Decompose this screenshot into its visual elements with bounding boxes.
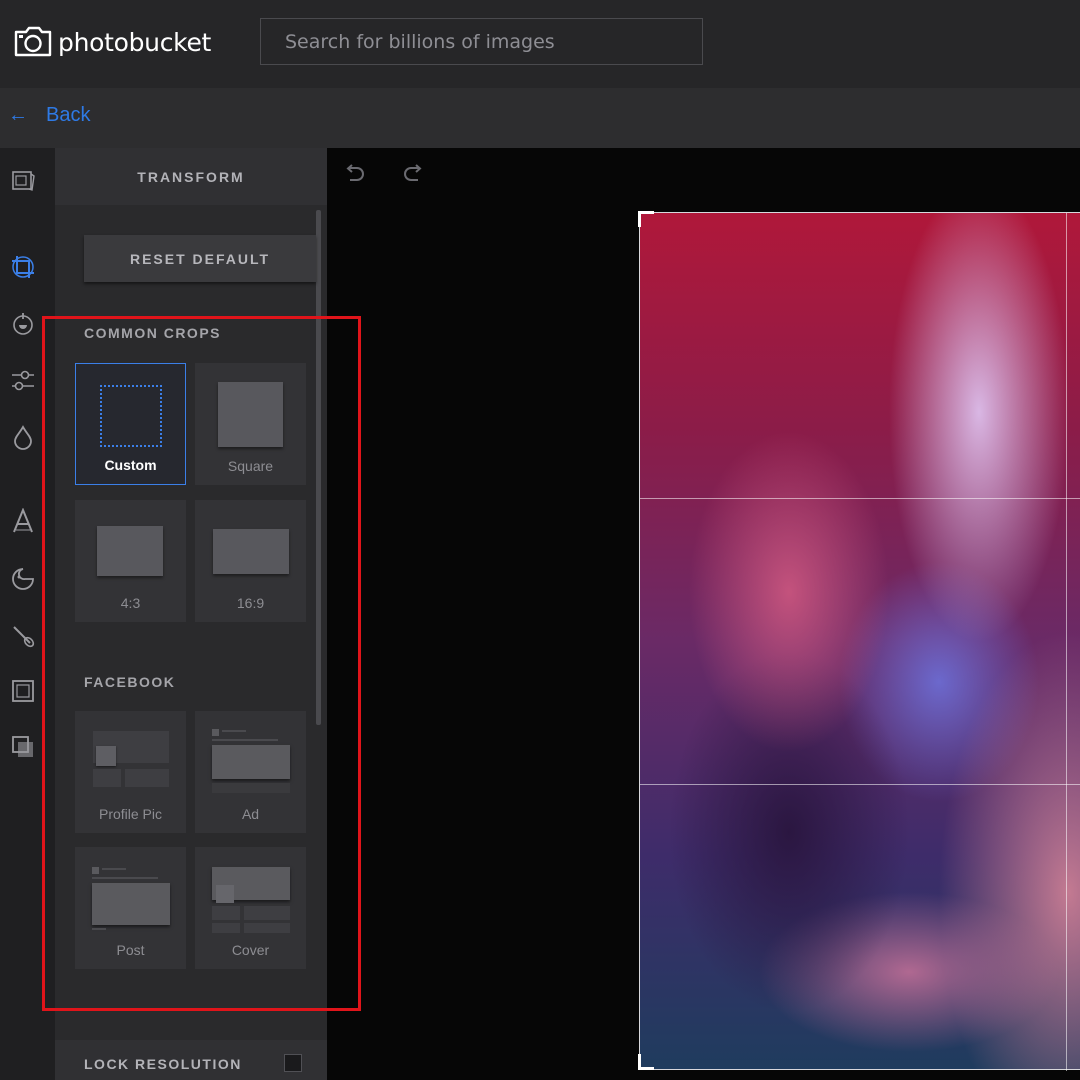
- camera-logo-icon: [14, 26, 52, 57]
- back-button[interactable]: ← Back: [8, 104, 90, 127]
- panel-scrollbar[interactable]: [316, 210, 321, 725]
- square-shape-icon: [218, 382, 283, 447]
- tool-sidebar: [0, 148, 55, 1080]
- crop-option-label: 16:9: [236, 595, 265, 611]
- crop-grid-line: [1066, 213, 1067, 1071]
- crop-option-label: 4:3: [120, 595, 141, 611]
- crop-option-4-3[interactable]: 4:3: [75, 500, 186, 622]
- ratio-4-3-shape-icon: [97, 526, 163, 576]
- crop-handle-bottom-left-horizontal[interactable]: [638, 1067, 654, 1070]
- overlay-icon[interactable]: [10, 734, 36, 760]
- back-bar: [0, 88, 1080, 148]
- crop-option-square[interactable]: Square: [195, 363, 306, 485]
- undo-icon[interactable]: [343, 162, 367, 186]
- redo-icon[interactable]: [401, 162, 425, 186]
- adjust-icon[interactable]: [10, 367, 36, 393]
- arrow-left-icon: ←: [8, 104, 28, 126]
- crop-option-16-9[interactable]: 16:9: [195, 500, 306, 622]
- lock-resolution-label: LOCK RESOLUTION: [84, 1056, 242, 1072]
- cover-layout-icon: [212, 867, 290, 933]
- brush-icon[interactable]: [10, 622, 36, 648]
- crop-option-label: Square: [227, 458, 274, 474]
- crop-option-profile-pic[interactable]: Profile Pic: [75, 711, 186, 833]
- drop-icon[interactable]: [10, 424, 36, 450]
- reset-default-button[interactable]: RESET DEFAULT: [84, 235, 316, 282]
- crop-option-label: Custom: [104, 457, 157, 473]
- image-icon[interactable]: [10, 168, 36, 194]
- lock-resolution-row: LOCK RESOLUTION: [55, 1040, 327, 1080]
- transform-panel: TRANSFORM RESET DEFAULT COMMON CROPS Cus…: [55, 148, 327, 1080]
- crop-grid-line: [640, 498, 1080, 499]
- logo-text: photobucket: [58, 27, 212, 57]
- text-icon[interactable]: [10, 508, 36, 534]
- sticker-icon[interactable]: [10, 566, 36, 592]
- facebook-title: FACEBOOK: [84, 674, 176, 690]
- crop-handle-top-left-vertical[interactable]: [638, 211, 641, 227]
- filter-icon[interactable]: [10, 310, 36, 336]
- crop-option-ad[interactable]: Ad: [195, 711, 306, 833]
- crop-frame[interactable]: [638, 211, 1080, 1071]
- search-input[interactable]: [260, 18, 703, 65]
- crop-option-label: Ad: [241, 806, 260, 822]
- post-layout-icon: [92, 867, 170, 933]
- crop-option-label: Cover: [231, 942, 270, 958]
- profile-pic-layout-icon: [93, 731, 169, 791]
- crop-icon[interactable]: [10, 254, 36, 280]
- crop-option-cover[interactable]: Cover: [195, 847, 306, 969]
- frame-icon[interactable]: [10, 678, 36, 704]
- crop-grid-line: [640, 784, 1080, 785]
- crop-option-custom[interactable]: Custom: [75, 363, 186, 485]
- crop-option-label: Profile Pic: [98, 806, 163, 822]
- lock-resolution-checkbox[interactable]: [284, 1054, 302, 1072]
- common-crops-title: COMMON CROPS: [84, 325, 221, 341]
- photobucket-logo[interactable]: photobucket: [12, 26, 211, 58]
- ad-layout-icon: [212, 729, 290, 795]
- crop-option-post[interactable]: Post: [75, 847, 186, 969]
- custom-crop-dotted-icon: [100, 385, 162, 447]
- ratio-16-9-shape-icon: [213, 529, 289, 574]
- back-label: Back: [46, 104, 91, 126]
- panel-title: TRANSFORM: [55, 148, 327, 205]
- crop-option-label: Post: [116, 942, 145, 958]
